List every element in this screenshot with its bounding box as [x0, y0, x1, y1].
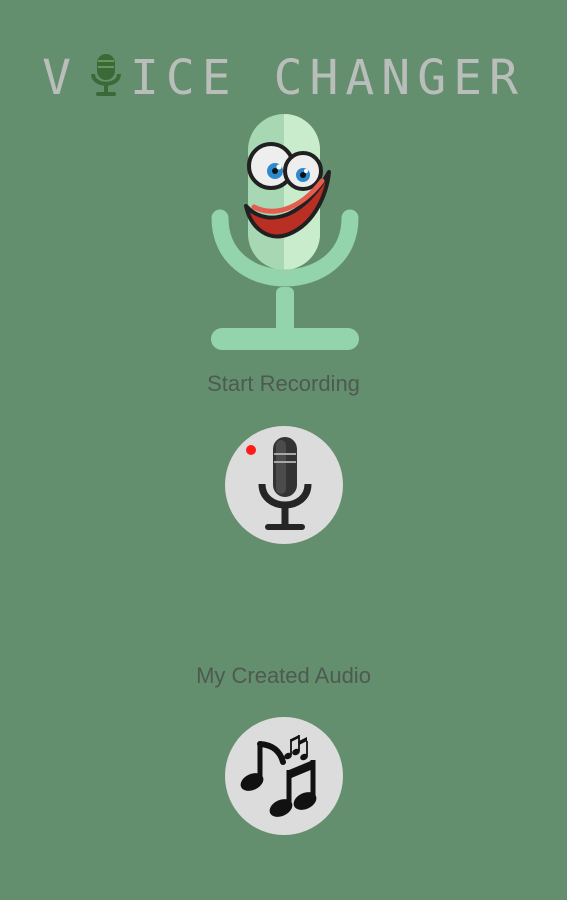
- smiling-microphone-mascot-icon: [211, 114, 359, 350]
- start-recording-label: Start Recording: [207, 371, 360, 396]
- my-created-audio-label: My Created Audio: [196, 663, 371, 688]
- start-recording-button[interactable]: [225, 426, 343, 544]
- my-created-audio-button[interactable]: [225, 717, 343, 835]
- app-title: V ICE CHANGER: [0, 52, 567, 104]
- app-title-end: ICE CHANGER: [130, 50, 525, 106]
- record-microphone-icon: [246, 437, 312, 530]
- microphone-letter-o-icon: [91, 54, 121, 96]
- app-title-start: V: [42, 50, 78, 106]
- music-notes-icon: [240, 735, 317, 817]
